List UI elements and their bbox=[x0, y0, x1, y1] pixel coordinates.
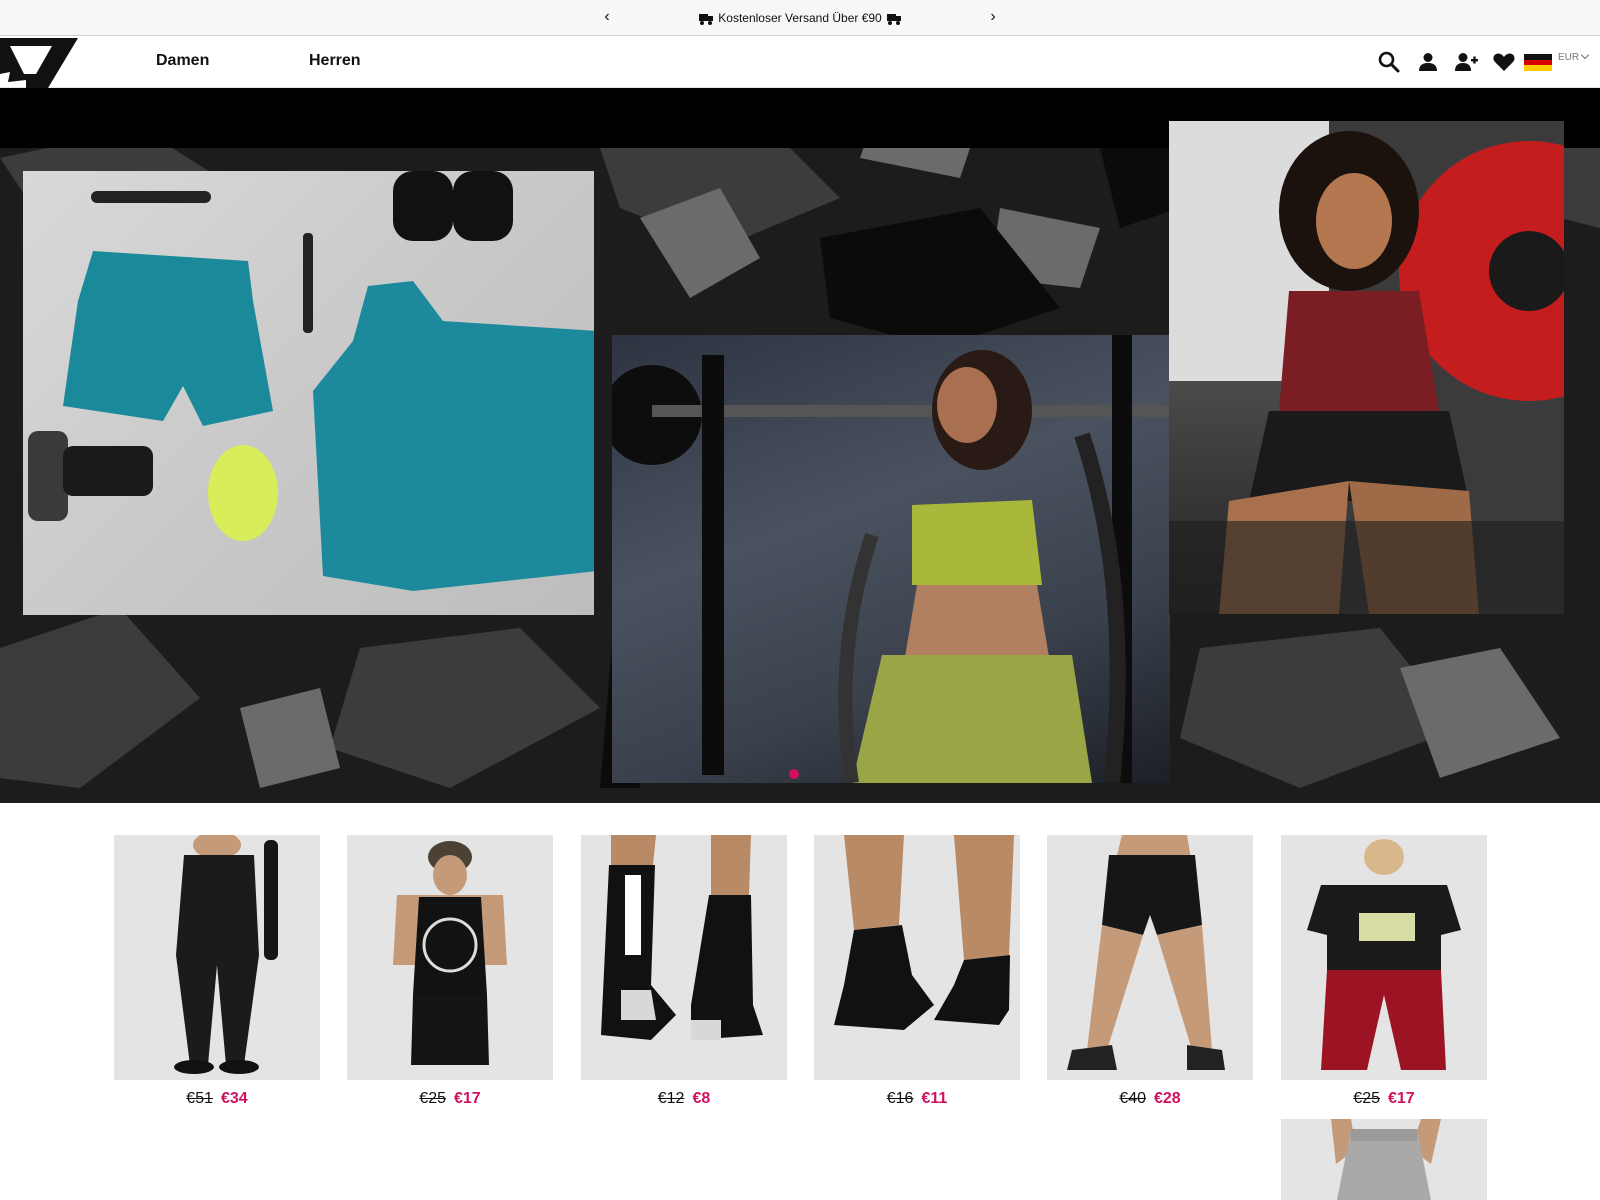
announcement-message: Kostenloser Versand Über €90 bbox=[0, 11, 1600, 25]
product-card[interactable]: €12 €8 bbox=[581, 835, 787, 1108]
sale-price: €28 bbox=[1154, 1090, 1181, 1107]
announcement-text: Kostenloser Versand Über €90 bbox=[718, 11, 882, 25]
old-price: €25 bbox=[419, 1090, 446, 1107]
announcement-bar: ‹ Kostenloser Versand Über €90 › bbox=[0, 0, 1600, 36]
hero-banner[interactable] bbox=[0, 88, 1600, 803]
product-price: €12 €8 bbox=[581, 1090, 787, 1108]
product-price: €51 €34 bbox=[114, 1090, 320, 1108]
product-price: €25 €17 bbox=[1281, 1090, 1487, 1108]
product-card[interactable]: €25 €17 bbox=[347, 835, 553, 1108]
product-price: €40 €28 bbox=[1047, 1090, 1253, 1108]
account-icon[interactable] bbox=[1416, 50, 1440, 74]
old-price: €25 bbox=[1353, 1090, 1380, 1107]
hero-image-training bbox=[612, 335, 1170, 783]
carousel-dot-active[interactable] bbox=[789, 769, 799, 779]
germany-flag[interactable] bbox=[1524, 54, 1552, 71]
old-price: €51 bbox=[186, 1090, 213, 1107]
tank-top-product-image[interactable] bbox=[347, 835, 553, 1080]
truck-icon bbox=[887, 14, 902, 25]
wishlist-heart-icon[interactable] bbox=[1492, 50, 1516, 74]
hero-image-model bbox=[1169, 121, 1564, 614]
product-card[interactable]: €16 €11 bbox=[814, 835, 1020, 1108]
product-card[interactable]: €51 €34 bbox=[114, 835, 320, 1108]
currency-label: EUR bbox=[1558, 52, 1580, 63]
nav-damen[interactable]: Damen bbox=[156, 52, 209, 70]
joggers-product-image[interactable] bbox=[1281, 1119, 1487, 1200]
shorts-product-image[interactable] bbox=[1047, 835, 1253, 1080]
old-price: €16 bbox=[886, 1090, 914, 1107]
ankle-socks-product-image[interactable] bbox=[814, 835, 1020, 1080]
product-card[interactable]: €40 €28 bbox=[1047, 835, 1253, 1108]
sale-price: €8 bbox=[692, 1090, 711, 1107]
truck-icon bbox=[698, 14, 713, 25]
product-price: €25 €17 bbox=[347, 1090, 553, 1108]
gymshark-logo[interactable] bbox=[0, 36, 78, 88]
announcement-next-button[interactable]: › bbox=[983, 7, 1003, 27]
sale-price: €11 bbox=[921, 1090, 948, 1107]
chevron-down-icon bbox=[1580, 50, 1590, 60]
currency-select[interactable]: EUR bbox=[1558, 50, 1590, 63]
site-header: Damen Herren EUR bbox=[0, 36, 1600, 88]
search-icon[interactable] bbox=[1377, 50, 1401, 74]
crew-socks-product-image[interactable] bbox=[581, 835, 787, 1080]
product-price: €16 €11 bbox=[814, 1090, 1020, 1108]
nav-herren[interactable]: Herren bbox=[309, 52, 361, 70]
sale-price: €34 bbox=[221, 1090, 248, 1107]
add-user-icon[interactable] bbox=[1454, 50, 1478, 74]
hero-image-flatlay bbox=[23, 171, 594, 615]
crop-tee-product-image[interactable] bbox=[1281, 835, 1487, 1080]
old-price: €40 bbox=[1119, 1090, 1146, 1107]
sale-price: €17 bbox=[454, 1090, 481, 1107]
product-card[interactable]: €25 €17 bbox=[1281, 835, 1487, 1108]
sale-price: €17 bbox=[1388, 1090, 1415, 1107]
old-price: €12 bbox=[657, 1090, 685, 1107]
leggings-product-image[interactable] bbox=[114, 835, 320, 1080]
